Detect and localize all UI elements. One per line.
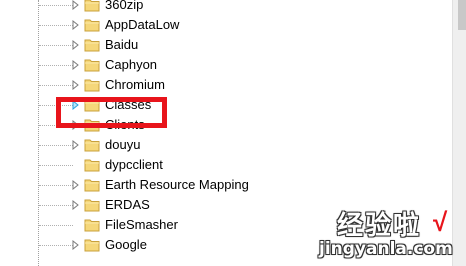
tree-connector [39,185,73,186]
folder-icon [84,138,100,152]
scrollbar-thumb[interactable] [458,0,466,30]
tree-connector [39,225,73,226]
tree-connector [39,45,73,46]
folder-icon [84,0,100,12]
tree-node[interactable]: Chromium [0,75,450,95]
expand-triangle-icon[interactable] [70,80,80,90]
tree-node-label: Baidu [105,37,139,52]
tree-node[interactable]: dypcclient [0,155,450,175]
tree-connector [39,5,73,6]
expand-triangle-icon[interactable] [70,140,80,150]
tree-connector [39,165,73,166]
tree-node[interactable]: Earth Resource Mapping [0,175,450,195]
tree-node-label: Google [105,237,147,252]
watermark-text-en: jingyanla.com [319,239,453,259]
folder-icon [84,18,100,32]
expand-triangle-icon[interactable] [70,180,80,190]
tree-connector [39,205,73,206]
tree-node-label: dypcclient [105,157,163,172]
tree-node[interactable]: Caphyon [0,55,450,75]
watermark-check-icon: √ [433,207,448,237]
folder-icon [84,158,100,172]
tree-node-label: AppDataLow [105,17,180,32]
watermark: 经验啦 √ jingyanla.com [315,205,465,265]
tree-connector [39,245,73,246]
watermark-text-cn: 经验啦 [337,211,422,241]
tree-node-label: 360zip [105,0,144,12]
registry-editor-tree-pane: 360zip AppDataLow Baidu Caphyon Chromium Clas… [0,0,466,266]
folder-icon [84,38,100,52]
highlight-annotation-box [56,97,167,128]
expand-triangle-icon[interactable] [70,40,80,50]
tree-connector [39,65,73,66]
tree-node-label: FileSmasher [105,217,178,232]
expand-triangle-icon[interactable] [70,200,80,210]
folder-icon [84,178,100,192]
expand-triangle-icon[interactable] [70,20,80,30]
tree-node[interactable]: AppDataLow [0,15,450,35]
folder-icon [84,198,100,212]
folder-icon [84,218,100,232]
tree-connector [39,145,73,146]
tree-node[interactable]: douyu [0,135,450,155]
tree-node-label: Caphyon [105,57,158,72]
folder-icon [84,78,100,92]
folder-icon [84,238,100,252]
expand-triangle-icon[interactable] [70,60,80,70]
tree-node[interactable]: Baidu [0,35,450,55]
tree-node-label: Earth Resource Mapping [105,177,249,192]
tree-node-label: Chromium [105,77,165,92]
tree-connector [39,25,73,26]
tree-node-label: ERDAS [105,197,150,212]
tree-node-label: douyu [105,137,141,152]
expand-triangle-icon[interactable] [70,0,80,10]
expand-triangle-icon[interactable] [70,240,80,250]
tree-connector [39,85,73,86]
tree-node[interactable]: 360zip [0,0,450,15]
folder-icon [84,58,100,72]
